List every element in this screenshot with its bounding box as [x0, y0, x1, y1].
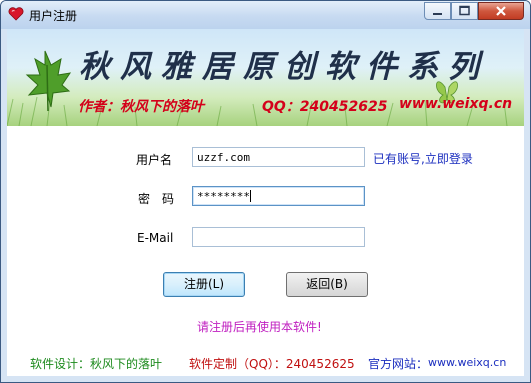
maximize-icon — [459, 5, 470, 16]
register-notice: 请注册后再使用本软件! — [197, 320, 322, 334]
banner-qq: QQ：240452625 — [262, 99, 388, 115]
title-bar[interactable]: 用户注册 — [1, 1, 530, 29]
text-caret — [249, 190, 251, 202]
banner-author: 作者：秋风下的落叶 — [78, 99, 204, 115]
password-input[interactable]: ******** — [192, 186, 365, 206]
minimize-button[interactable] — [424, 2, 451, 20]
minimize-icon — [433, 13, 442, 15]
footer-designer: 软件设计：秋风下的落叶 — [30, 357, 163, 371]
form-area: 用户名 uzzf.com 已有账号,立即登录 密 码 ******** E-Ma… — [7, 126, 524, 376]
banner-title: 秋风雅居原创软件系列 — [79, 49, 489, 85]
email-label: E-Mail — [137, 231, 174, 245]
password-label: 密 码 — [138, 192, 175, 206]
footer-site-label: 官方网站： — [368, 357, 429, 371]
email-input[interactable] — [192, 227, 365, 247]
footer-custom-qq: 软件定制（QQ）：240452625 — [189, 357, 355, 371]
register-window: 用户注册 秋风雅居原创软件系列 作者：秋风下的落叶 QQ：240452625 w… — [0, 0, 531, 383]
password-value: ******** — [197, 190, 250, 203]
maple-leaf-icon — [25, 50, 72, 112]
maximize-button[interactable] — [451, 2, 478, 20]
banner-site: www.weixq.cn — [399, 96, 513, 112]
username-input[interactable]: uzzf.com — [192, 147, 365, 167]
back-button[interactable]: 返回(B) — [286, 272, 368, 297]
heart-icon — [8, 7, 24, 21]
close-button[interactable] — [478, 2, 524, 20]
login-link[interactable]: 已有账号,立即登录 — [373, 150, 473, 167]
header-banner: 秋风雅居原创软件系列 作者：秋风下的落叶 QQ：240452625 www.we… — [7, 29, 524, 126]
footer-site-link[interactable]: www.weixq.cn — [428, 356, 506, 369]
window-title: 用户注册 — [29, 9, 78, 23]
register-button[interactable]: 注册(L) — [163, 272, 245, 297]
username-label: 用户名 — [136, 153, 173, 167]
close-icon — [496, 6, 506, 16]
